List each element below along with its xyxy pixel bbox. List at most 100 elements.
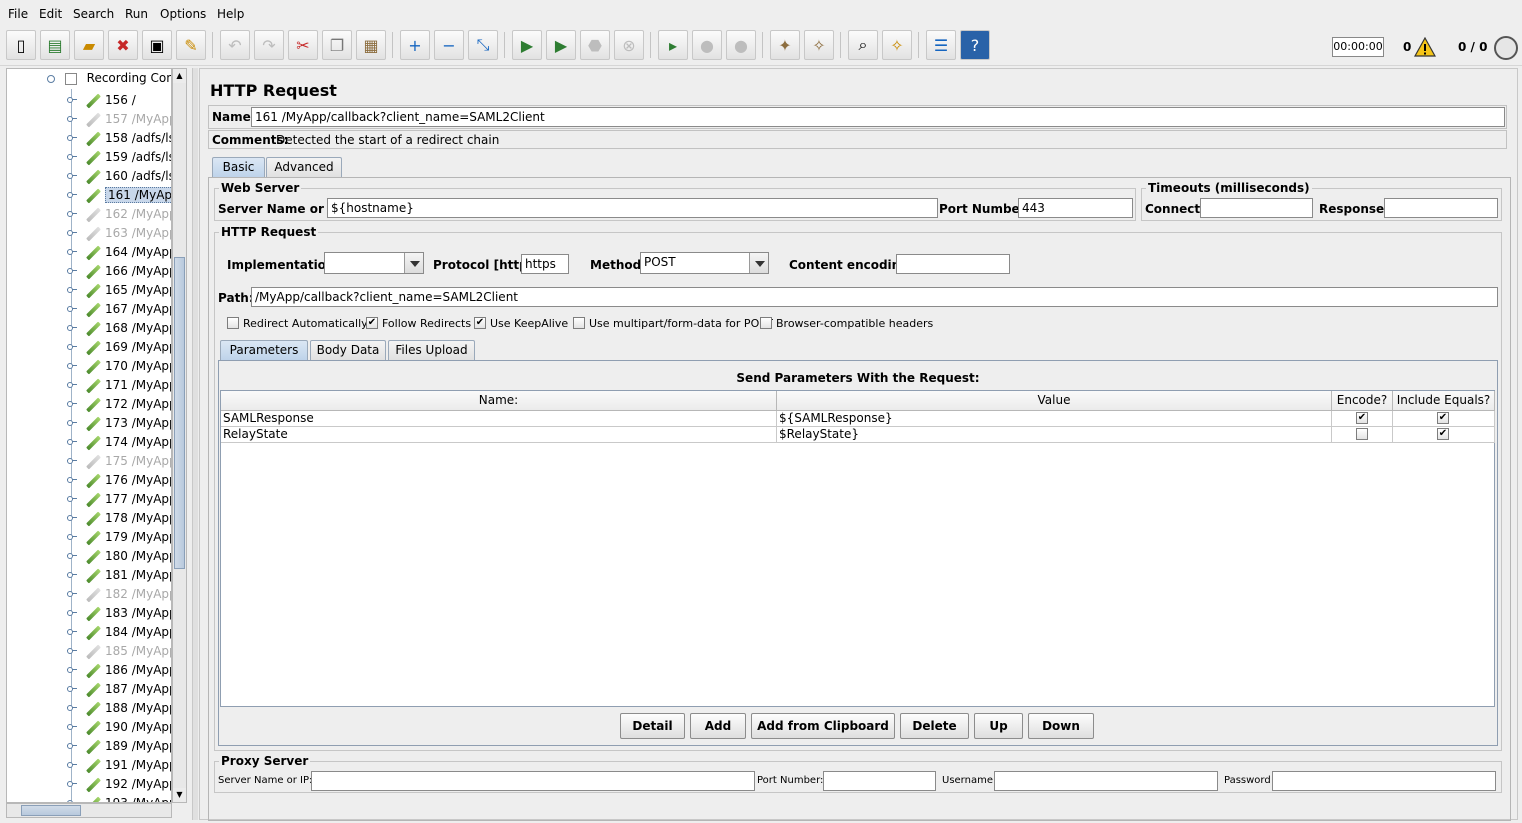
close-icon[interactable]: ✖ [108, 30, 138, 60]
tree-item[interactable]: 165 /MyApp [67, 280, 171, 299]
templates-icon[interactable]: ▤ [40, 30, 70, 60]
tree-connector-icon[interactable] [67, 342, 77, 352]
tree-connector-icon[interactable] [67, 551, 77, 561]
tree-item[interactable]: 171 /MyApp [67, 375, 171, 394]
scroll-down-icon[interactable]: ▼ [173, 788, 186, 802]
server-name-input[interactable]: ${hostname} [327, 198, 938, 218]
menu-file[interactable]: File [8, 7, 28, 21]
tab-basic[interactable]: Basic [212, 157, 265, 177]
tree-item[interactable]: 178 /MyApp [67, 508, 171, 527]
tree-item[interactable]: 177 /MyApp [67, 489, 171, 508]
tree-connector-icon[interactable] [67, 456, 77, 466]
tree-item[interactable]: 192 /MyApp [67, 774, 171, 793]
stop-icon[interactable]: ⬣ [580, 30, 610, 60]
encode-checkbox[interactable] [1356, 428, 1368, 440]
column-header-include-equals[interactable]: Include Equals? [1393, 391, 1495, 411]
tree-connector-icon[interactable] [67, 722, 77, 732]
tree-connector-icon[interactable] [67, 532, 77, 542]
tree-item[interactable]: 175 /MyApp [67, 451, 171, 470]
clear-icon[interactable]: ✦ [770, 30, 800, 60]
tree-connector-icon[interactable] [67, 228, 77, 238]
tree-connector-icon[interactable] [67, 190, 77, 200]
tree-item[interactable]: 163 /MyApp [67, 223, 171, 242]
warning-icon[interactable] [1414, 37, 1436, 57]
remote-start-icon[interactable]: ▸ [658, 30, 688, 60]
tree-connector-icon[interactable] [67, 266, 77, 276]
tree-item[interactable]: 157 /MyApp [67, 109, 171, 128]
tree-item[interactable]: 162 /MyApp [67, 204, 171, 223]
clear-all-icon[interactable]: ✧ [804, 30, 834, 60]
tab-parameters[interactable]: Parameters [220, 340, 308, 360]
remote-shutdown-icon[interactable]: ● [726, 30, 756, 60]
down-button[interactable]: Down [1028, 713, 1094, 739]
tree-item[interactable]: 158 /adfs/ls [67, 128, 171, 147]
tree-item[interactable]: 176 /MyApp [67, 470, 171, 489]
tree-item[interactable]: 161 /MyApp [67, 185, 171, 204]
tree-item[interactable]: 183 /MyApp [67, 603, 171, 622]
delete-button[interactable]: Delete [900, 713, 969, 739]
param-name-cell[interactable]: RelayState [221, 427, 777, 443]
tree-item[interactable]: 170 /MyApp [67, 356, 171, 375]
tree-item[interactable]: 187 /MyApp [67, 679, 171, 698]
detail-button[interactable]: Detail [620, 713, 685, 739]
tree-item[interactable]: 188 /MyApp [67, 698, 171, 717]
proxy-username-input[interactable] [994, 771, 1218, 791]
scroll-up-icon[interactable]: ▲ [173, 69, 186, 83]
open-icon[interactable]: ▰ [74, 30, 104, 60]
function-helper-icon[interactable]: ☰ [926, 30, 956, 60]
path-input[interactable]: /MyApp/callback?client_name=SAML2Client [251, 287, 1498, 307]
menu-search[interactable]: Search [73, 7, 114, 21]
column-header-value[interactable]: Value [777, 391, 1332, 411]
new-icon[interactable]: ▯ [6, 30, 36, 60]
multipart-checkbox[interactable] [573, 317, 585, 329]
tree-item[interactable]: 180 /MyApp [67, 546, 171, 565]
comments-input[interactable]: Detected the start of a redirect chain [276, 133, 499, 147]
tree-horizontal-scrollbar[interactable] [6, 803, 172, 818]
redo-icon[interactable]: ↷ [254, 30, 284, 60]
tree-connector-icon[interactable] [67, 646, 77, 656]
tree-item[interactable]: 182 /MyApp [67, 584, 171, 603]
tree-item[interactable]: 179 /MyApp [67, 527, 171, 546]
tree-item[interactable]: 190 /MyApp [67, 717, 171, 736]
tree-connector-icon[interactable] [67, 779, 77, 789]
implementation-select[interactable] [324, 252, 424, 274]
use-keepalive-checkbox[interactable]: ✔ [474, 317, 486, 329]
menu-run[interactable]: Run [125, 7, 148, 21]
tree-connector-icon[interactable] [67, 133, 77, 143]
start-icon[interactable]: ▶ [512, 30, 542, 60]
tab-body-data[interactable]: Body Data [310, 340, 386, 360]
tree-connector-icon[interactable] [67, 589, 77, 599]
tree-scroll-thumb[interactable] [174, 257, 185, 569]
content-encoding-input[interactable] [896, 254, 1010, 274]
include-equals-checkbox[interactable]: ✔ [1437, 412, 1449, 424]
tree-connector-icon[interactable] [67, 703, 77, 713]
method-select[interactable]: POST [640, 252, 769, 274]
tree-connector-icon[interactable] [67, 361, 77, 371]
shutdown-icon[interactable]: ⊗ [614, 30, 644, 60]
tree-connector-icon[interactable] [67, 437, 77, 447]
tree-item[interactable]: 174 /MyApp [67, 432, 171, 451]
tree-connector-icon[interactable] [67, 323, 77, 333]
tree-connector-icon[interactable] [67, 304, 77, 314]
tree-item[interactable]: 159 /adfs/ls [67, 147, 171, 166]
tree-item[interactable]: 168 /MyApp [67, 318, 171, 337]
tree-connector-icon[interactable] [67, 95, 77, 105]
follow-redirects-checkbox[interactable]: ✔ [366, 317, 378, 329]
tree-item[interactable]: 172 /MyApp [67, 394, 171, 413]
start-no-pause-icon[interactable]: ▶ [546, 30, 576, 60]
tree-item[interactable]: 184 /MyApp [67, 622, 171, 641]
paste-icon[interactable]: ▦ [356, 30, 386, 60]
tree-item[interactable]: 173 /MyApp [67, 413, 171, 432]
tree-connector-icon[interactable] [67, 760, 77, 770]
globe-icon[interactable] [1494, 36, 1518, 60]
save-icon[interactable]: ▣ [142, 30, 172, 60]
tree-item[interactable]: 166 /MyApp [67, 261, 171, 280]
tree-connector-icon[interactable] [67, 570, 77, 580]
tree-connector-icon[interactable] [67, 513, 77, 523]
column-header-encode[interactable]: Encode? [1332, 391, 1393, 411]
param-value-cell[interactable]: $RelayState} [777, 427, 1332, 443]
name-input[interactable]: 161 /MyApp/callback?client_name=SAML2Cli… [251, 107, 1505, 127]
search-icon[interactable]: ⌕ [848, 30, 878, 60]
tree-connector-icon[interactable] [67, 475, 77, 485]
split-divider[interactable] [192, 68, 198, 820]
